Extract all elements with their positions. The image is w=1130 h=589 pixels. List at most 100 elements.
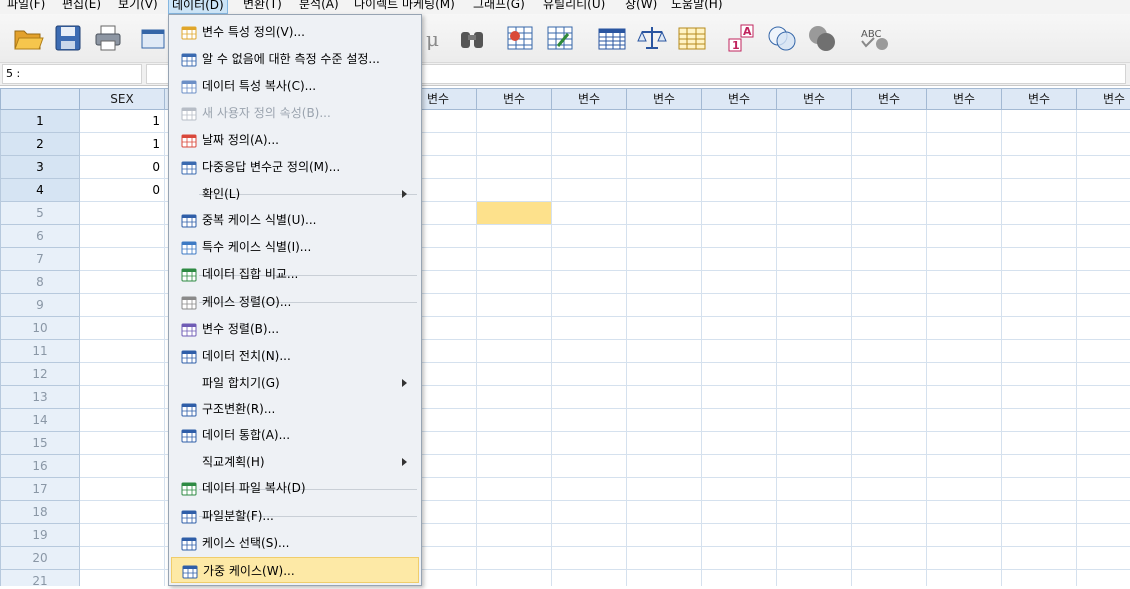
- grid-cell[interactable]: [702, 271, 777, 294]
- grid-cell[interactable]: [477, 133, 552, 156]
- grid-cell[interactable]: [702, 570, 777, 586]
- grid-cell[interactable]: [852, 524, 927, 547]
- grid-cell[interactable]: [1002, 110, 1077, 133]
- grid-cell[interactable]: [477, 317, 552, 340]
- grid-cell[interactable]: [1077, 501, 1130, 524]
- row-header[interactable]: 1: [0, 110, 80, 133]
- grid-cell[interactable]: [627, 271, 702, 294]
- row-header[interactable]: 13: [0, 386, 80, 409]
- grid-cell[interactable]: [627, 202, 702, 225]
- grid-cell[interactable]: [552, 294, 627, 317]
- grid-cell[interactable]: [927, 317, 1002, 340]
- menu-help[interactable]: 도움말(H): [668, 0, 726, 14]
- grid-cell[interactable]: [477, 225, 552, 248]
- grid-cell[interactable]: [552, 340, 627, 363]
- grid-cell[interactable]: [777, 363, 852, 386]
- grid-cell[interactable]: [927, 133, 1002, 156]
- show-all-variables-icon[interactable]: [806, 22, 838, 54]
- grid-cell[interactable]: [1002, 547, 1077, 570]
- grid-cell[interactable]: [1077, 156, 1130, 179]
- grid-cell[interactable]: [852, 133, 927, 156]
- value-labels-icon[interactable]: A 1: [726, 22, 758, 54]
- grid-cell[interactable]: [927, 202, 1002, 225]
- grid-cell[interactable]: [80, 501, 165, 524]
- data-menu-item[interactable]: 다중응답 변수군 정의(M)...: [171, 154, 419, 180]
- grid-cell[interactable]: [1077, 363, 1130, 386]
- grid-cell[interactable]: [552, 271, 627, 294]
- grid-cell[interactable]: [777, 570, 852, 586]
- grid-cell[interactable]: [852, 432, 927, 455]
- grid-cell[interactable]: [80, 386, 165, 409]
- grid-cell[interactable]: [552, 501, 627, 524]
- grid-cell[interactable]: [1077, 409, 1130, 432]
- menu-file[interactable]: 파일(F): [4, 0, 48, 14]
- grid-cell[interactable]: [627, 386, 702, 409]
- grid-cell[interactable]: [1002, 271, 1077, 294]
- column-header-var[interactable]: 변수: [852, 88, 927, 110]
- grid-cell[interactable]: [702, 363, 777, 386]
- grid-cell[interactable]: [627, 501, 702, 524]
- grid-cell[interactable]: [927, 570, 1002, 586]
- row-header[interactable]: 20: [0, 547, 80, 570]
- grid-cell[interactable]: [702, 386, 777, 409]
- grid-cell[interactable]: [477, 156, 552, 179]
- grid-cell[interactable]: [477, 179, 552, 202]
- grid-cell[interactable]: [1077, 133, 1130, 156]
- menu-window[interactable]: 창(W): [622, 0, 660, 14]
- grid-cell[interactable]: [477, 202, 552, 225]
- data-menu-item[interactable]: 케이스 선택(S)...: [171, 530, 419, 556]
- grid-cell[interactable]: [477, 524, 552, 547]
- grid-cell[interactable]: [552, 547, 627, 570]
- grid-cell[interactable]: [852, 248, 927, 271]
- grid-cell[interactable]: [80, 363, 165, 386]
- weight-cases-icon[interactable]: [636, 22, 668, 54]
- grid-cell[interactable]: [1077, 225, 1130, 248]
- grid-cell[interactable]: [627, 225, 702, 248]
- grid-cell[interactable]: [552, 156, 627, 179]
- column-header-var[interactable]: 변수: [927, 88, 1002, 110]
- grid-cell[interactable]: [1077, 340, 1130, 363]
- save-icon[interactable]: [52, 22, 84, 54]
- grid-cell[interactable]: [80, 547, 165, 570]
- grid-cell[interactable]: [1002, 524, 1077, 547]
- row-header[interactable]: 21: [0, 570, 80, 586]
- grid-cell[interactable]: [477, 455, 552, 478]
- grid-cell[interactable]: [80, 478, 165, 501]
- find-icon[interactable]: [456, 22, 488, 54]
- grid-cell[interactable]: [852, 340, 927, 363]
- grid-cell[interactable]: [1002, 570, 1077, 586]
- grid-cell[interactable]: [852, 317, 927, 340]
- grid-cell[interactable]: [702, 133, 777, 156]
- row-header[interactable]: 6: [0, 225, 80, 248]
- row-header[interactable]: 14: [0, 409, 80, 432]
- grid-cell[interactable]: [1077, 524, 1130, 547]
- grid-cell[interactable]: [627, 432, 702, 455]
- grid-cell[interactable]: [80, 570, 165, 586]
- data-menu-item[interactable]: 확인(L): [171, 181, 419, 207]
- grid-cell[interactable]: [777, 156, 852, 179]
- menu-graphs[interactable]: 그래프(G): [470, 0, 528, 14]
- grid-cell[interactable]: [777, 248, 852, 271]
- row-header[interactable]: 10: [0, 317, 80, 340]
- data-menu-item[interactable]: 데이터 통합(A)...: [171, 422, 419, 448]
- column-header-var[interactable]: 변수: [552, 88, 627, 110]
- grid-cell[interactable]: [702, 524, 777, 547]
- print-icon[interactable]: [92, 22, 124, 54]
- grid-cell[interactable]: [552, 409, 627, 432]
- grid-cell[interactable]: [477, 432, 552, 455]
- grid-cell[interactable]: [477, 386, 552, 409]
- grid-cell[interactable]: [927, 271, 1002, 294]
- grid-cell[interactable]: [477, 294, 552, 317]
- grid-cell[interactable]: [777, 133, 852, 156]
- grid-cell[interactable]: [927, 179, 1002, 202]
- grid-cell[interactable]: [927, 110, 1002, 133]
- data-menu-item[interactable]: 파일 합치기(G): [171, 370, 419, 396]
- grid-cell[interactable]: [702, 156, 777, 179]
- grid-cell[interactable]: [552, 179, 627, 202]
- data-menu-item[interactable]: 데이터 특성 복사(C)...: [171, 73, 419, 99]
- grid-cell[interactable]: [80, 202, 165, 225]
- grid-cell[interactable]: [1002, 340, 1077, 363]
- menu-transform[interactable]: 변환(T): [240, 0, 285, 14]
- grid-cell[interactable]: [552, 133, 627, 156]
- grid-cell[interactable]: [777, 478, 852, 501]
